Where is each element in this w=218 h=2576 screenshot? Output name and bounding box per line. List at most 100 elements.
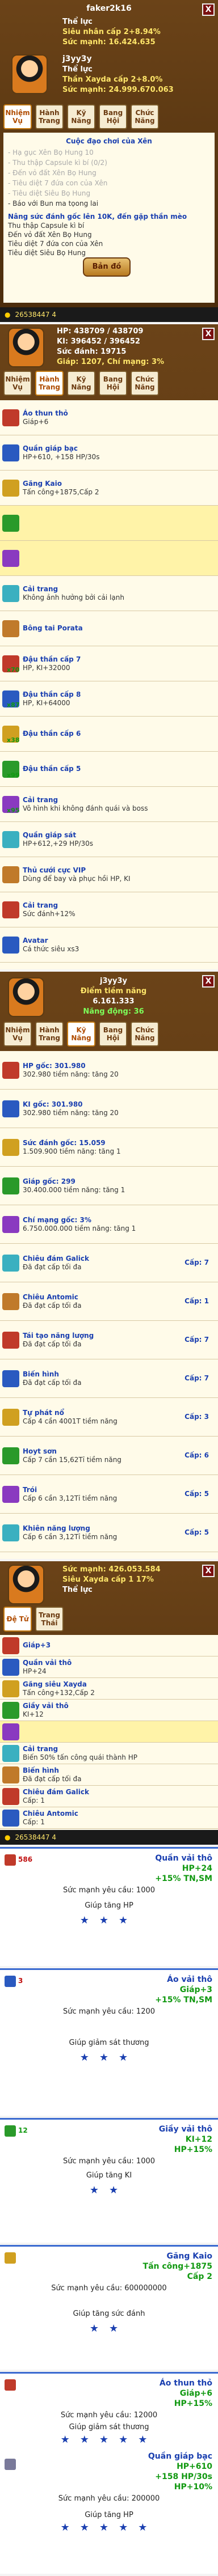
skill-row[interactable]: Chiêu đám Galick Đã đạt cấp tối đa Cấp: 7	[0, 1244, 218, 1282]
skill-name: Chiêu Antomic	[23, 1293, 78, 1301]
tab-inventory[interactable]: Hành Trang	[35, 1022, 64, 1046]
tab-skills[interactable]: Kỹ Năng	[67, 371, 95, 396]
item-stat: Giáp+3	[179, 1985, 212, 1994]
tab-functions[interactable]: Chức Năng	[131, 1022, 159, 1046]
power: Sức mạnh: 16.424.635	[62, 38, 156, 46]
disciple-item-row[interactable]: Cải trang Biến 50% tấn công quái thành HP	[0, 1743, 218, 1764]
inventory-item-name: Đậu thần cấp 8	[23, 690, 81, 698]
tab-skills[interactable]: Kỹ Năng	[67, 104, 95, 129]
skill-row[interactable]: HP gốc: 301.980 302.980 tiềm năng: tăng 2…	[0, 1051, 218, 1090]
inventory-item-count: x38	[7, 736, 20, 744]
close-button[interactable]: X	[202, 3, 215, 16]
skill-row[interactable]: Chiêu Antomic Đã đạt cấp tối đa Cấp: 1	[0, 1282, 218, 1321]
tab-clan[interactable]: Bang Hội	[99, 1022, 127, 1046]
tab-inventory[interactable]: Hành Trang	[35, 371, 64, 396]
inventory-item-icon	[2, 584, 19, 602]
disciple-item-row[interactable]: Găng siêu Xayda Tấn công+132,Cấp 2	[0, 1678, 218, 1700]
tab-clan[interactable]: Bang Hội	[99, 371, 127, 396]
tab-skills[interactable]: Kỹ Năng	[67, 1022, 95, 1046]
mission-step: Thu thập Capsule kì bí	[8, 222, 85, 230]
item-name: Găng Kaio	[166, 2252, 212, 2261]
item-name: Áo thun thỏ	[159, 2379, 212, 2388]
inventory-item-row[interactable]: Cải trang Không ảnh hưởng bởi cải lạnh	[0, 576, 218, 611]
skill-row[interactable]: Trói Cấp 6 cần 3,12Tỉ tiềm năng Cấp: 5	[0, 1475, 218, 1514]
inventory-item-row[interactable]: Cải trang Vô hình khi không đánh quái và …	[0, 787, 218, 822]
tab-status[interactable]: Trang Thái	[35, 1607, 64, 1632]
skill-name: Tự phát nổ	[23, 1408, 64, 1417]
inventory-item-row[interactable]: Cải trang Sức đánh+12%	[0, 892, 218, 927]
inventory-item-count: x87	[7, 701, 20, 709]
disciple-item-icon	[2, 1744, 19, 1762]
inventory-item-row[interactable]	[0, 541, 218, 576]
tab-inventory[interactable]: Hành Trang	[35, 104, 64, 129]
activity: Năng động: 36	[83, 1007, 144, 1016]
skill-row[interactable]: KI gốc: 301.980 302.980 tiềm năng: tăng 2…	[0, 1090, 218, 1128]
skill-row[interactable]: Hoyt sơn Cấp 7 cần 15,62Tỉ tiềm năng Cấp: …	[0, 1437, 218, 1475]
disciple-item-row[interactable]: Biến hình Đã đạt cấp tối đa	[0, 1764, 218, 1786]
disciple-item-row[interactable]	[0, 1721, 218, 1743]
inventory-item-icon	[2, 444, 19, 461]
inventory-item-row[interactable]	[0, 506, 218, 541]
inventory-item-row[interactable]: Đậu thần cấp 6 x38	[0, 717, 218, 752]
tab-functions[interactable]: Chức Năng	[131, 371, 159, 396]
tab-functions[interactable]: Chức Năng	[131, 104, 159, 129]
inventory-item-row[interactable]: Thủ cưới cực VIP Dùng để bay và phục hồi …	[0, 857, 218, 892]
skill-row[interactable]: Sức đánh gốc: 15.059 1.509.900 tiềm năng:…	[0, 1128, 218, 1167]
skill-row[interactable]: Tự phát nổ Cấp 4 cần 4001T tiềm năng Cấp: …	[0, 1398, 218, 1437]
disciple-item-row[interactable]: Chiêu Antomic Cấp: 1	[0, 1807, 218, 1829]
close-button[interactable]: X	[202, 328, 215, 340]
disciple-item-row[interactable]: Chiêu đám Galick Cấp: 1	[0, 1786, 218, 1807]
inventory-item-icon	[2, 901, 19, 918]
item-stat: HP+15%	[174, 2145, 212, 2154]
skill-row[interactable]: Chí mạng gốc: 3% 6.750.000.000 tiềm năng:…	[0, 1205, 218, 1244]
disciple-item-desc: Biến 50% tấn công quái thành HP	[23, 1753, 137, 1761]
inventory-item-name: Avatar	[23, 936, 48, 944]
disciple-panel: X Sức mạnh: 426.053.584 Siêu Xayda cấp 1…	[0, 1561, 218, 1845]
inventory-item-row[interactable]: Áo thun thỏ Giáp+6	[0, 400, 218, 435]
item-help: Giúp giảm sát thương	[69, 2039, 149, 2047]
tab-clan[interactable]: Bang Hội	[99, 104, 127, 129]
close-button[interactable]: X	[202, 1565, 215, 1577]
inventory-item-row[interactable]: Găng Kaio Tấn công+1875,Cấp 2	[0, 471, 218, 506]
skill-row[interactable]: Giáp gốc: 299 30.400.000 tiềm năng: tăng …	[0, 1167, 218, 1205]
tab-bar: Nhiệm Vụ Hành Trang Kỹ Năng Bang Hội Chứ…	[3, 104, 159, 129]
footer-value: 26538447 4	[15, 1833, 57, 1841]
inventory-item-name: Bông tai Porata	[23, 624, 83, 632]
disciple-item-row[interactable]: Giáp+3	[0, 1635, 218, 1656]
inventory-item-row[interactable]: Bông tai Porata	[0, 611, 218, 646]
player-name: faker2k16	[86, 4, 132, 13]
skill-level: Cấp: 1	[185, 1297, 209, 1305]
inventory-item-desc: Tấn công+1875,Cấp 2	[23, 488, 99, 496]
inventory-item-desc: Không ảnh hưởng bởi cải lạnh	[23, 593, 124, 601]
tab-mission[interactable]: Nhiệm Vụ	[3, 1022, 32, 1046]
item-icon	[5, 2125, 16, 2137]
disciple-list: Giáp+3 Quần vải thô HP+24 Găng siêu Xayda Tấ…	[0, 1635, 218, 1830]
inventory-item-row[interactable]: Đậu thần cấp 7 HP, KI+32000 x70	[0, 646, 218, 681]
inventory-item-row[interactable]: Đậu thần cấp 8 HP, KI+64000 x87	[0, 681, 218, 717]
inventory-item-desc: HP, KI+64000	[23, 698, 70, 707]
map-button[interactable]: Bản đồ	[83, 257, 131, 277]
inventory-item-row[interactable]: Quần giáp bạc HP+610, +158 HP/30s	[0, 435, 218, 471]
inventory-item-row[interactable]: Đậu thần cấp 5 x99	[0, 752, 218, 787]
disciple-item-row[interactable]: Giầy vải thô KI+12	[0, 1700, 218, 1721]
inventory-item-row[interactable]: Avatar Cá thức siêu xs3	[0, 927, 218, 963]
skill-name: Giáp gốc: 299	[23, 1177, 76, 1185]
skill-level: Cấp: 7	[185, 1336, 209, 1344]
tab-mission[interactable]: Nhiệm Vụ	[3, 104, 32, 129]
close-button[interactable]: X	[202, 975, 215, 988]
mission-line: - Hạ gục Xên Bọ Hung 10	[8, 149, 94, 156]
skill-level: Cấp: 5	[185, 1490, 209, 1498]
tab-disciple[interactable]: Đệ Tử	[3, 1607, 32, 1632]
skill-icon	[2, 1447, 19, 1464]
mission-step: Tiêu diệt 7 đứa con của Xên	[8, 240, 103, 248]
skill-row[interactable]: Tái tạo năng lượng Đã đạt cấp tối đa Cấp: …	[0, 1321, 218, 1359]
skill-level: Cấp: 5	[185, 1528, 209, 1536]
item-card: 3 Áo vải thô Giáp+3 +15% TN,SM Sức mạnh …	[0, 1968, 218, 2116]
tab-mission[interactable]: Nhiệm Vụ	[3, 371, 32, 396]
inventory-item-row[interactable]: Quần giáp sát HP+612,+29 HP/30s	[0, 822, 218, 857]
stat-label: Thể lực	[62, 1586, 93, 1594]
skill-row[interactable]: Biến hình Đã đạt cấp tối đa Cấp: 7	[0, 1359, 218, 1398]
skill-row[interactable]: Khiên năng lượng Cấp 6 cần 3,12Tỉ tiềm nă…	[0, 1514, 218, 1552]
disciple-item-row[interactable]: Quần vải thô HP+24	[0, 1656, 218, 1678]
stat-label: Thể lực	[62, 18, 93, 26]
